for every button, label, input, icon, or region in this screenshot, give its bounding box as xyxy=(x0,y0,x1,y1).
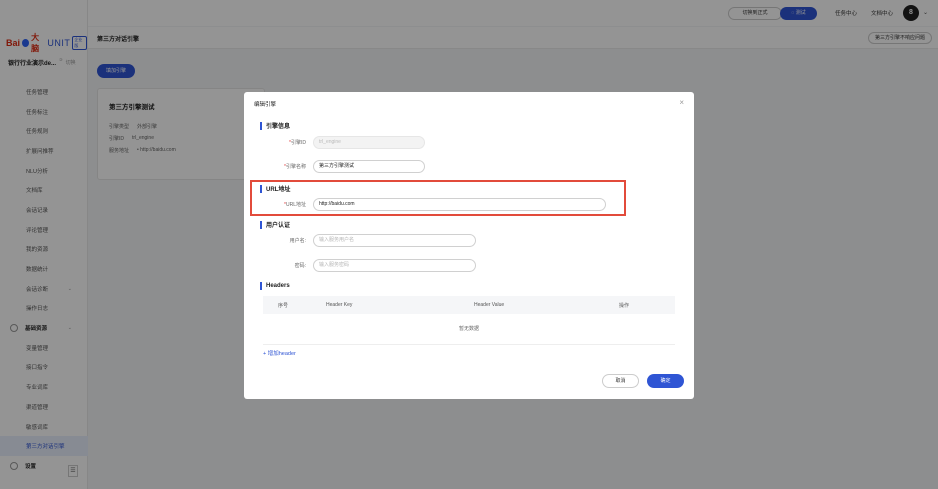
edit-engine-dialog: 编辑引擎 × 引擎信息 *引擎ID trl_engine *引擎名称 第三方引擎… xyxy=(244,92,694,399)
engine-name-label: *引擎名称 xyxy=(284,164,306,170)
password-field[interactable]: 输入服务密码 xyxy=(313,259,476,272)
close-icon[interactable]: × xyxy=(679,98,684,107)
col-header-value: Header Value xyxy=(474,302,505,308)
cancel-button[interactable]: 取消 xyxy=(602,374,639,388)
engine-id-field: trl_engine xyxy=(313,136,425,149)
col-action: 操作 xyxy=(619,302,630,309)
table-header-row: 序号 Header Key Header Value 操作 xyxy=(263,296,675,314)
engine-name-row: *引擎名称 第三方引擎测试 xyxy=(261,160,425,173)
engine-name-field[interactable]: 第三方引擎测试 xyxy=(313,160,425,173)
section-title: 用户认证 xyxy=(266,223,291,229)
headers-table: 序号 Header Key Header Value 操作 暂无数据 xyxy=(263,296,675,345)
section-headers: Headers xyxy=(260,282,290,290)
username-field[interactable]: 输入服务用户名 xyxy=(313,234,476,247)
ok-button[interactable]: 确定 xyxy=(647,374,684,388)
col-index: 序号 xyxy=(278,302,289,309)
username-row: 用户名: 输入服务用户名 xyxy=(261,234,476,247)
password-row: 密码: 输入服务密码 xyxy=(261,259,476,272)
section-auth: 用户认证 xyxy=(260,220,290,229)
engine-id-label: *引擎ID xyxy=(289,140,306,146)
username-label: 用户名: xyxy=(289,238,306,244)
section-bar xyxy=(260,220,262,229)
section-title: 引擎信息 xyxy=(266,124,291,130)
section-engine-info: 引擎信息 xyxy=(260,121,290,130)
table-empty: 暂无数据 xyxy=(263,314,675,345)
url-highlight-box xyxy=(250,180,626,216)
dialog-title: 编辑引擎 xyxy=(254,102,277,108)
section-bar xyxy=(260,282,262,290)
add-header-link[interactable]: + 增加header xyxy=(263,349,296,357)
section-title: Headers xyxy=(266,283,290,289)
engine-id-row: *引擎ID trl_engine xyxy=(261,136,425,149)
col-header-key: Header Key xyxy=(326,302,353,308)
password-label: 密码: xyxy=(294,263,306,269)
section-bar xyxy=(260,121,262,130)
